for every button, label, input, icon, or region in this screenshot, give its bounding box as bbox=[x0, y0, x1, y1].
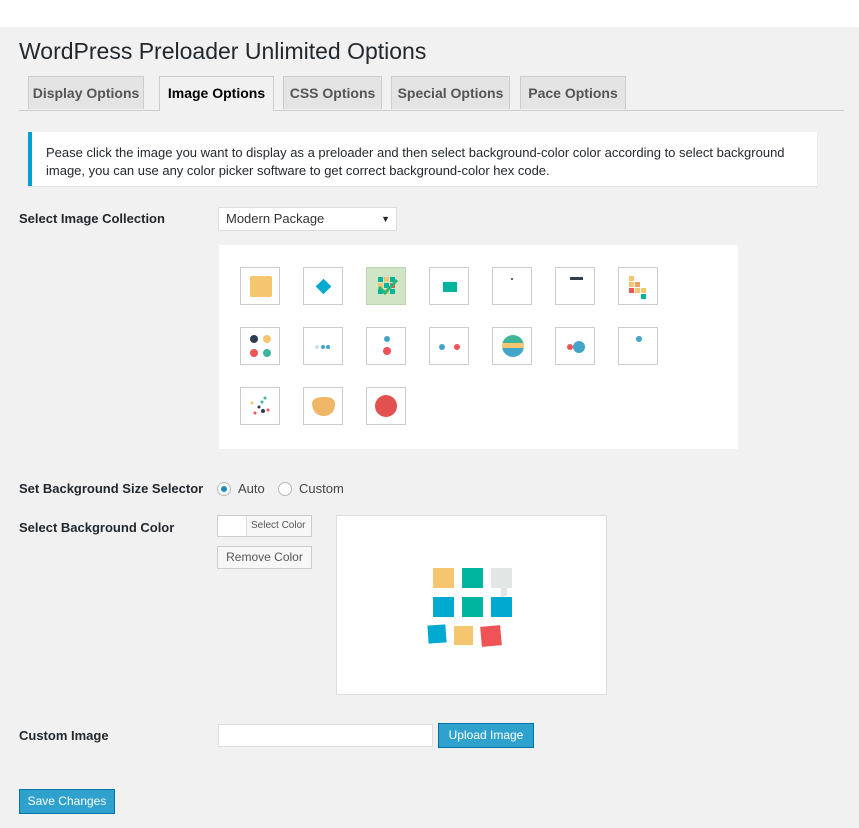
dark-bar-icon[interactable] bbox=[555, 267, 595, 305]
preloader-preview bbox=[336, 515, 607, 695]
remove-color-button[interactable]: Remove Color bbox=[217, 546, 312, 569]
teal-rectangle-icon[interactable] bbox=[429, 267, 469, 305]
tab-image-options[interactable]: Image Options bbox=[159, 76, 274, 111]
tab-special-options[interactable]: Special Options bbox=[391, 76, 510, 109]
notice-text: Pease click the image you want to displa… bbox=[46, 145, 785, 178]
teal-diamond-icon[interactable] bbox=[303, 267, 343, 305]
radio-custom-label[interactable]: Custom bbox=[299, 481, 344, 496]
info-notice: Pease click the image you want to displa… bbox=[28, 132, 817, 186]
save-changes-button[interactable]: Save Changes bbox=[19, 789, 115, 814]
orange-grid-icon[interactable] bbox=[618, 267, 658, 305]
select-color-button[interactable]: Select Color bbox=[217, 515, 312, 537]
bg-color-label: Select Background Color bbox=[19, 520, 175, 535]
tab-display-options[interactable]: Display Options bbox=[28, 76, 144, 109]
tab-pace-options[interactable]: Pace Options bbox=[520, 76, 626, 109]
preview-grid-icon bbox=[427, 568, 512, 647]
red-circle-icon[interactable] bbox=[366, 387, 406, 425]
select-color-label: Select Color bbox=[251, 520, 306, 531]
two-dots-icon[interactable] bbox=[429, 327, 469, 365]
radio-auto-label[interactable]: Auto bbox=[238, 481, 265, 496]
checkmark-grid-icon[interactable] bbox=[366, 267, 406, 305]
image-collection-select[interactable]: Modern Package ▼ bbox=[218, 207, 397, 231]
radio-auto[interactable] bbox=[217, 482, 231, 496]
page-title: WordPress Preloader Unlimited Options bbox=[19, 38, 427, 64]
admin-top-bar bbox=[0, 0, 859, 27]
image-collection-value: Modern Package bbox=[226, 211, 325, 226]
color-swatch bbox=[218, 516, 247, 536]
radio-custom[interactable] bbox=[278, 482, 292, 496]
image-collection-label: Select Image Collection bbox=[19, 211, 165, 226]
chevron-down-icon: ▼ bbox=[381, 214, 390, 224]
custom-image-label: Custom Image bbox=[19, 728, 109, 743]
upload-image-button[interactable]: Upload Image bbox=[438, 723, 534, 748]
custom-image-url-input[interactable] bbox=[218, 724, 433, 747]
bg-size-label: Set Background Size Selector bbox=[19, 481, 204, 496]
dot-pair-icon[interactable] bbox=[555, 327, 595, 365]
yellow-square-icon[interactable] bbox=[240, 267, 280, 305]
single-blue-dot-icon[interactable] bbox=[618, 327, 658, 365]
scattered-dots-icon[interactable] bbox=[240, 387, 280, 425]
three-small-dots-icon[interactable] bbox=[303, 327, 343, 365]
orange-blob-icon[interactable] bbox=[303, 387, 343, 425]
four-dots-icon[interactable] bbox=[240, 327, 280, 365]
tab-bar: Display Options Image Options CSS Option… bbox=[19, 76, 844, 111]
preloader-image-gallery bbox=[219, 245, 738, 449]
stacked-dots-icon[interactable] bbox=[366, 327, 406, 365]
tab-css-options[interactable]: CSS Options bbox=[283, 76, 382, 109]
small-dot-icon[interactable] bbox=[492, 267, 532, 305]
striped-circle-icon[interactable] bbox=[492, 327, 532, 365]
